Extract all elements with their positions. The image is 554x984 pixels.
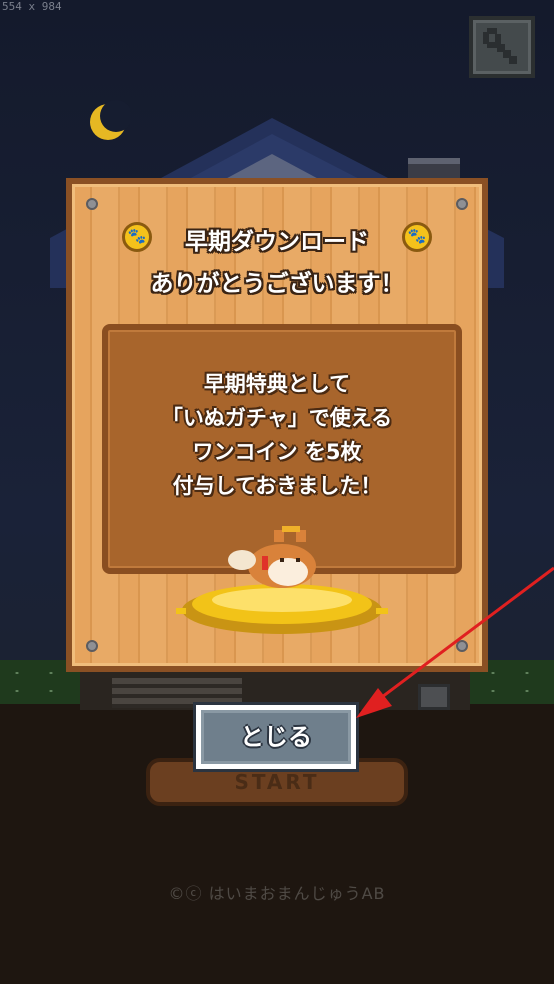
copyright-text: ©ⓒ はいまおまんじゅうAB [168, 884, 386, 903]
game-screen: 554 x 984 START ©ⓒ はいまおまんじゅうAB 🐾 🐾 早期ダウン… [0, 0, 554, 984]
shiba-dog-icon [228, 526, 316, 588]
wrench-icon [483, 28, 517, 64]
close-button[interactable]: とじる [196, 705, 356, 769]
settings-button[interactable] [469, 16, 535, 78]
screw-icon [86, 640, 98, 652]
message-line: 付与しておきました！ [172, 474, 382, 498]
dialog-title-line2: ありがとうございます！ [150, 271, 404, 297]
message-line: ワンコイン を5枚 [192, 440, 362, 464]
screw-icon [456, 198, 468, 210]
message-line: 「いぬガチャ」で使える [161, 406, 393, 430]
message-line: 早期特典として [203, 372, 351, 396]
dialog-title-line1: 早期ダウンロード [185, 229, 369, 255]
dimension-label: 554 x 984 [2, 0, 62, 13]
annotation-arrow-icon [356, 566, 554, 718]
screw-icon [86, 198, 98, 210]
porch-steps [112, 678, 242, 708]
